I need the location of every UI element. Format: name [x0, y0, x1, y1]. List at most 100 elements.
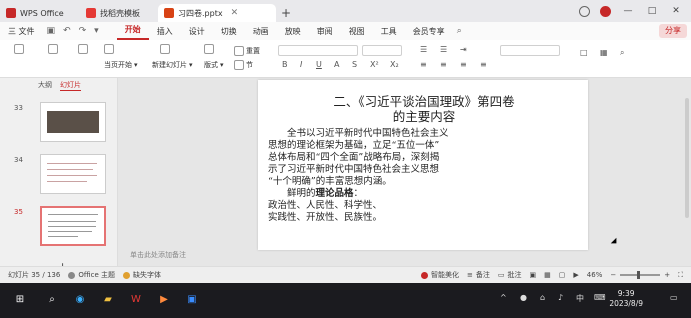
undo-icon[interactable]: ↶: [59, 26, 75, 36]
share-button[interactable]: 分享: [659, 24, 687, 38]
slide-title[interactable]: 二、《习近平谈治国理政》第四卷 的主要内容: [276, 94, 572, 124]
find-icon[interactable]: ⌕: [620, 48, 624, 58]
new-slide-icon[interactable]: [160, 44, 170, 54]
fit-window-icon[interactable]: ⛶: [678, 271, 683, 280]
search-icon[interactable]: ⌕: [44, 291, 60, 307]
close-tab-icon[interactable]: ✕: [231, 8, 239, 18]
vertical-scrollbar[interactable]: [685, 98, 689, 218]
menu-design[interactable]: 设计: [181, 26, 213, 37]
indent-icon[interactable]: ⇥: [460, 45, 467, 54]
align-center-icon[interactable]: ≡: [440, 60, 447, 69]
section-button[interactable]: 节: [234, 60, 253, 70]
search-icon[interactable]: ⌕: [453, 26, 466, 36]
zoom-slider-handle[interactable]: [637, 271, 641, 279]
edge-icon[interactable]: ◉: [72, 291, 88, 307]
menu-view[interactable]: 视图: [341, 26, 373, 37]
menu-review[interactable]: 审阅: [309, 26, 341, 37]
view-normal-icon[interactable]: ▣: [530, 271, 537, 279]
missing-font-button[interactable]: 缺失字体: [122, 270, 161, 280]
volume-icon[interactable]: ♪: [558, 293, 563, 302]
numbering-icon[interactable]: ☰: [440, 45, 447, 54]
view-reading-icon[interactable]: ▢: [559, 271, 566, 279]
tab-slides[interactable]: 幻灯片: [60, 80, 81, 91]
align-right-icon[interactable]: ≡: [460, 60, 467, 69]
menu-animation[interactable]: 动画: [245, 26, 277, 37]
view-sorter-icon[interactable]: ▦: [544, 271, 551, 279]
thumbnail-row[interactable]: 34: [0, 154, 118, 200]
underline-button[interactable]: U: [316, 60, 322, 69]
font-size-select[interactable]: [362, 45, 402, 56]
play-icon[interactable]: ▶: [573, 271, 578, 279]
layout-icon[interactable]: [579, 5, 590, 17]
format-painter-icon[interactable]: [104, 44, 114, 54]
tab-docer-templates[interactable]: 找稻壳模板: [80, 4, 158, 22]
app-icon[interactable]: ▣: [184, 291, 200, 307]
tab-outline[interactable]: 大纲: [38, 80, 52, 90]
new-tab-button[interactable]: +: [276, 4, 296, 22]
file-explorer-icon[interactable]: ▰: [100, 291, 116, 307]
layout-button-icon[interactable]: [204, 44, 214, 54]
close-window-button[interactable]: ✕: [669, 6, 683, 16]
slide[interactable]: 二、《习近平谈治国理政》第四卷 的主要内容 全书以习近平新时代中国特色社会主义 …: [258, 80, 620, 250]
italic-button[interactable]: I: [300, 60, 302, 69]
font-name-select[interactable]: [278, 45, 358, 56]
tab-pptx-file[interactable]: 习四卷.pptx ✕: [158, 4, 276, 22]
bold-button[interactable]: B: [282, 60, 288, 69]
justify-icon[interactable]: ≡: [480, 60, 487, 69]
redo-icon[interactable]: ↷: [75, 26, 91, 36]
notes-placeholder[interactable]: 单击此处添加备注: [130, 250, 186, 260]
clock[interactable]: 9:39 2023/8/9: [609, 289, 643, 309]
arrange-icon[interactable]: ▦: [600, 48, 608, 57]
zoom-out-icon[interactable]: −: [610, 271, 616, 279]
strikethrough-button[interactable]: S: [352, 60, 357, 69]
slide-thumbnail[interactable]: [40, 102, 106, 142]
layout-button[interactable]: 版式 ▾: [204, 60, 224, 70]
tab-wps-office[interactable]: WPS Office: [0, 4, 80, 22]
new-slide-button[interactable]: 新建幻灯片 ▾: [152, 60, 193, 70]
zoom-level[interactable]: 46%: [587, 271, 603, 279]
menu-member[interactable]: 会员专享: [405, 26, 453, 37]
media-icon[interactable]: ▶: [156, 291, 172, 307]
reset-button[interactable]: 重置: [234, 46, 260, 56]
notes-button[interactable]: ≡ 备注: [467, 270, 490, 280]
superscript-button[interactable]: X²: [370, 60, 379, 69]
thumbnail-row-selected[interactable]: 35: [0, 206, 118, 252]
menu-slideshow[interactable]: 放映: [277, 26, 309, 37]
font-color-button[interactable]: A: [334, 60, 339, 69]
current-page-start-button[interactable]: 当页开始 ▾: [104, 60, 138, 70]
align-left-icon[interactable]: ≡: [420, 60, 427, 69]
chevron-up-icon[interactable]: ^: [500, 293, 507, 302]
zoom-in-icon[interactable]: +: [664, 271, 670, 279]
slide-thumbnail-selected[interactable]: [40, 206, 106, 246]
slide-thumbnail[interactable]: [40, 154, 106, 194]
subscript-button[interactable]: X₂: [390, 60, 399, 69]
input-icon[interactable]: ⌨: [594, 293, 606, 302]
input-language[interactable]: 中: [576, 293, 584, 304]
paste-icon[interactable]: [14, 44, 24, 54]
smart-beautify-button[interactable]: 智能美化: [421, 270, 459, 280]
menu-home[interactable]: 开始: [116, 22, 149, 40]
zoom-slider[interactable]: [620, 271, 661, 279]
save-icon[interactable]: ▣: [43, 26, 60, 36]
windows-start-icon[interactable]: ⊞: [12, 291, 28, 307]
slide-body[interactable]: 全书以习近平新时代中国特色社会主义 思想的理论框架为基础，立足“五位一体” 总体…: [268, 128, 586, 224]
bullets-icon[interactable]: ☰: [420, 45, 427, 54]
comments-button[interactable]: ▭ 批注: [498, 270, 522, 280]
copy-icon[interactable]: [78, 44, 88, 54]
more-icon[interactable]: ▾: [90, 26, 103, 36]
shape-icon[interactable]: □: [580, 48, 588, 57]
thumbnail-row[interactable]: 33: [0, 102, 118, 148]
wps-taskbar-icon[interactable]: W: [128, 291, 144, 307]
maximize-button[interactable]: □: [645, 6, 659, 16]
menu-tools[interactable]: 工具: [373, 26, 405, 37]
notification-icon[interactable]: ▭: [670, 293, 678, 302]
quick-style-box[interactable]: [500, 45, 560, 56]
file-menu[interactable]: 三 文件: [0, 26, 43, 37]
network-icon[interactable]: ⌂: [540, 293, 545, 302]
tray-app-icon[interactable]: ●: [520, 293, 527, 302]
menu-transitions[interactable]: 切换: [213, 26, 245, 37]
minimize-button[interactable]: —: [621, 6, 635, 16]
avatar[interactable]: [600, 5, 611, 17]
menu-insert[interactable]: 插入: [149, 26, 181, 37]
cut-icon[interactable]: [48, 44, 58, 54]
